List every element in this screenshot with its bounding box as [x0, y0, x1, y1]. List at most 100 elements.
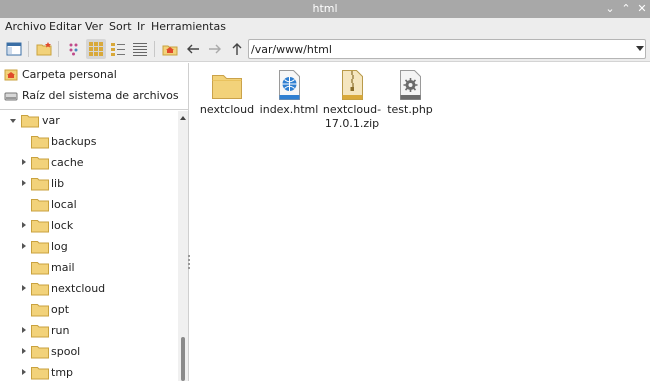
folder-icon — [31, 241, 49, 254]
toolbar-separator — [28, 41, 29, 57]
file-view: nextcloud index.html nextcloud-17.0.1.zi… — [191, 63, 650, 381]
tree-label: run — [51, 324, 70, 337]
tree-item-run[interactable]: run — [0, 321, 170, 342]
close-button[interactable]: ✕ — [634, 1, 650, 17]
collapsed-icon[interactable] — [22, 369, 26, 375]
new-folder-icon[interactable] — [34, 39, 54, 59]
hidden-files-icon[interactable] — [64, 39, 84, 59]
folder-icon — [31, 157, 49, 170]
folder-icon — [31, 283, 49, 296]
collapsed-icon[interactable] — [22, 159, 26, 165]
tree-item-log[interactable]: log — [0, 237, 170, 258]
tree-label: tmp — [51, 366, 74, 379]
home-folder-icon — [4, 69, 18, 81]
sidebar: Carpeta personal Raíz del sistema de arc… — [0, 63, 189, 381]
tree-label: spool — [51, 345, 81, 358]
toolbar-separator — [154, 41, 155, 57]
tree-item-cache[interactable]: cache — [0, 153, 170, 174]
file-item-test-php[interactable]: test.php — [378, 67, 442, 139]
menu-bar: Archivo Editar Ver Sort Ir Herramientas — [0, 18, 650, 36]
new-window-icon[interactable] — [4, 39, 24, 59]
place-label: Carpeta personal — [22, 68, 117, 81]
list-view-icon[interactable] — [130, 39, 150, 59]
collapsed-icon[interactable] — [22, 285, 26, 291]
tree-item-var[interactable]: var — [0, 111, 170, 132]
tree-item-backups[interactable]: backups — [0, 132, 170, 153]
tree-item-lock[interactable]: lock — [0, 216, 170, 237]
file-name: index.html — [259, 103, 319, 116]
expanded-icon[interactable] — [10, 119, 16, 123]
forward-arrow-icon[interactable] — [205, 39, 225, 59]
menu-herramientas[interactable]: Herramientas — [151, 20, 226, 33]
tree-item-spool[interactable]: spool — [0, 342, 170, 363]
icon-view-icon[interactable] — [86, 39, 106, 59]
tree-scrollbar[interactable] — [178, 111, 188, 381]
maximize-button[interactable]: ⌃ — [618, 1, 634, 17]
tree-label: local — [51, 198, 77, 211]
folder-icon — [31, 136, 49, 149]
menu-archivo[interactable]: Archivo — [5, 20, 46, 33]
scrollbar-thumb[interactable] — [181, 337, 185, 381]
tree-item-mail[interactable]: mail — [0, 258, 170, 279]
menu-ver[interactable]: Ver — [85, 20, 103, 33]
title-bar: html ⌄ ⌃ ✕ — [0, 0, 650, 18]
toolbar-separator — [58, 41, 59, 57]
collapsed-icon[interactable] — [22, 327, 26, 333]
tree-label: log — [51, 240, 68, 253]
collapsed-icon[interactable] — [22, 180, 26, 186]
window-title: html — [312, 2, 338, 15]
php-file-icon — [400, 70, 421, 100]
drive-icon — [4, 92, 18, 101]
file-name: nextcloud — [199, 103, 255, 116]
folder-icon — [31, 220, 49, 233]
folder-icon — [31, 346, 49, 359]
tree-label: opt — [51, 303, 70, 316]
folder-icon — [31, 262, 49, 275]
tree-label: var — [42, 114, 60, 127]
folder-icon — [212, 75, 242, 99]
folder-icon — [21, 115, 39, 128]
path-input[interactable] — [251, 41, 631, 57]
collapsed-icon[interactable] — [22, 222, 26, 228]
folder-icon — [31, 325, 49, 338]
file-name: test.php — [387, 103, 433, 116]
collapsed-icon[interactable] — [22, 348, 26, 354]
tree-item-tmp[interactable]: tmp — [0, 363, 170, 381]
path-bar[interactable] — [248, 39, 646, 59]
back-arrow-icon[interactable] — [183, 39, 203, 59]
scroll-up-icon[interactable] — [180, 116, 186, 120]
tree-item-opt[interactable]: opt — [0, 300, 170, 321]
place-label: Raíz del sistema de archivos — [22, 89, 179, 102]
place-root[interactable]: Raíz del sistema de archivos — [4, 86, 184, 106]
home-icon[interactable] — [160, 39, 180, 59]
folder-icon — [31, 178, 49, 191]
tree-label: mail — [51, 261, 75, 274]
thumbnail-view-icon[interactable] — [108, 39, 128, 59]
zip-archive-icon — [342, 70, 363, 100]
sidebar-divider — [0, 109, 189, 110]
folder-icon — [31, 367, 49, 380]
html-file-icon — [279, 70, 300, 100]
pane-resize-handle[interactable] — [188, 255, 190, 271]
menu-editar[interactable]: Editar — [49, 20, 82, 33]
collapsed-icon[interactable] — [22, 243, 26, 249]
tree-label: nextcloud — [51, 282, 106, 295]
toolbar — [0, 36, 650, 62]
path-dropdown-icon[interactable] — [636, 46, 644, 51]
menu-sort[interactable]: Sort — [109, 20, 132, 33]
file-item-nextcloud-zip[interactable]: nextcloud-17.0.1.zip — [320, 67, 384, 139]
place-home[interactable]: Carpeta personal — [4, 65, 184, 85]
tree-label: lock — [51, 219, 74, 232]
file-item-nextcloud[interactable]: nextcloud — [195, 67, 259, 139]
tree-label: backups — [51, 135, 97, 148]
tree-item-nextcloud[interactable]: nextcloud — [0, 279, 170, 300]
tree-label: cache — [51, 156, 84, 169]
menu-ir[interactable]: Ir — [137, 20, 145, 33]
file-item-index-html[interactable]: index.html — [257, 67, 321, 139]
minimize-button[interactable]: ⌄ — [602, 1, 618, 17]
tree-item-lib[interactable]: lib — [0, 174, 170, 195]
tree-item-local[interactable]: local — [0, 195, 170, 216]
places-list: Carpeta personal Raíz del sistema de arc… — [0, 63, 189, 107]
folder-icon — [31, 304, 49, 317]
up-arrow-icon[interactable] — [227, 39, 247, 59]
